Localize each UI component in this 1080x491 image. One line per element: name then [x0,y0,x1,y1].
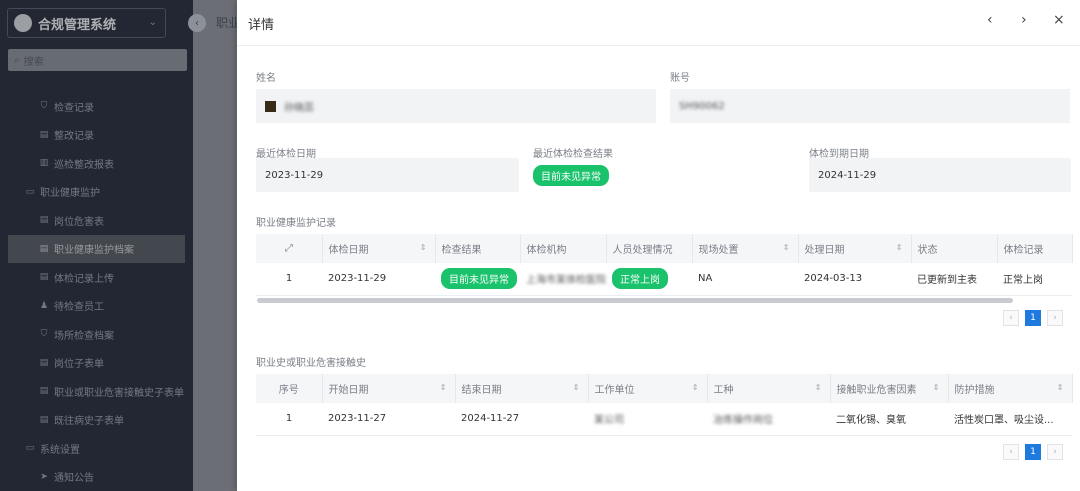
name-value: 孙晓蕊 [284,102,314,114]
col-org: 体检机构 [520,234,607,263]
collapse-sidebar-button[interactable]: ‹ [188,14,206,32]
sort-icon[interactable]: ⇕ [933,383,940,392]
sort-icon[interactable]: ⇕ [692,383,699,392]
cell-record: 正常上岗 [997,263,1072,296]
monitor-table: ⤢ 体检日期 ⇕ 检查结果 体检机构 人员处理情况 现场处置 ⇕ 处理日期 ⇕ 状态 … [256,234,1073,296]
col-seq: 序号 [256,374,323,403]
col-record: 体检记录 [997,234,1073,263]
prev-record-button[interactable]: ‹ [987,12,993,28]
history-section-title: 职业史或职业危害接触史 [256,358,366,369]
next-page-button[interactable]: › [1047,310,1063,326]
result-badge: 目前未见异常 [441,268,517,290]
cell-hazard: 二氧化锡、臭氧 [830,403,948,436]
col-hazard[interactable]: 接触职业危害因素 ⇕ [830,374,949,403]
account-label: 账号 [670,73,690,84]
sort-icon[interactable]: ⇕ [783,243,790,252]
drawer-title: 详情 [248,18,275,33]
detail-drawer: 详情 ‹ › × 姓名 孙晓蕊 账号 SH90062 最近体检日期 2023-1… [237,0,1080,491]
cell-start: 2023-11-27 [322,403,455,436]
last-exam-result-label: 最近体检检查结果 [533,149,613,160]
cell-protection: 活性炭口罩、吸尘设... [948,403,1072,436]
expand-icon[interactable]: ⤢ [256,234,323,263]
exam-due-date-value: 2024-11-29 [818,169,877,181]
row-index: 1 [256,263,322,296]
history-table: 序号 开始日期 ⇕ 结束日期 ⇕ 工作单位 ⇕ 工种 ⇕ 接触职业危害因素 ⇕ 防护措施 ⇕… [256,374,1073,436]
col-onsite[interactable]: 现场处置 ⇕ [692,234,799,263]
col-exam-date[interactable]: 体检日期 ⇕ [322,234,436,263]
col-handle-date[interactable]: 处理日期 ⇕ [798,234,912,263]
col-status: 状态 [911,234,998,263]
name-field: 孙晓蕊 [256,89,656,123]
page-number-button[interactable]: 1 [1025,310,1041,326]
horizontal-scrollbar[interactable] [257,298,1013,303]
cell-result: 目前未见异常 [435,263,520,296]
col-protection[interactable]: 防护措施 ⇕ [948,374,1073,403]
last-exam-date-value: 2023-11-29 [265,169,324,181]
sidebar: 合规管理系统 ⌄ ⌕ 搜索 ⛉ 检查记录 ▤ 整改记录 ▥ 巡检整改报表 ▭ 职业健康监护 ▤ 岗… [0,0,193,491]
col-company[interactable]: 工作单位 ⇕ [588,374,708,403]
table-row[interactable]: 1 2023-11-29 目前未见异常 上海市某体检医院 正常上岗 NA 202… [256,263,1072,296]
col-job[interactable]: 工种 ⇕ [707,374,831,403]
last-exam-result: 目前未见异常 [533,165,609,186]
sort-icon[interactable]: ⇕ [815,383,822,392]
cell-status: 已更新到主表 [911,263,997,296]
drawer-header: 详情 ‹ › × [237,0,1080,46]
prev-page-button[interactable]: ‹ [1003,444,1019,460]
handling-badge: 正常上岗 [612,268,668,290]
modal-mask[interactable] [0,0,193,491]
next-page-button[interactable]: › [1047,444,1063,460]
col-handling: 人员处理情况 [606,234,693,263]
close-button[interactable]: × [1053,12,1065,28]
sort-icon[interactable]: ⇕ [896,243,903,252]
result-badge: 目前未见异常 [533,165,609,186]
sort-icon[interactable]: ⇕ [573,383,580,392]
col-start[interactable]: 开始日期 ⇕ [322,374,456,403]
monitor-section-title: 职业健康监护记录 [256,218,336,229]
cell-org: 上海市某体检医院 [520,263,606,296]
cell-handle-date: 2024-03-13 [798,263,911,296]
monitor-pagination: ‹ 1 › [1003,310,1063,326]
avatar [265,100,276,112]
prev-page-button[interactable]: ‹ [1003,310,1019,326]
col-end[interactable]: 结束日期 ⇕ [455,374,589,403]
cell-job: 冶炼操作岗位 [707,403,830,436]
sort-icon[interactable]: ⇕ [420,243,427,252]
table-row[interactable]: 1 2023-11-27 2024-11-27 某公司 冶炼操作岗位 二氧化锡、… [256,403,1072,436]
row-index: 1 [256,403,322,436]
cell-onsite: NA [692,263,798,296]
sort-icon[interactable]: ⇕ [1057,383,1064,392]
account-value: SH90062 [679,100,725,112]
table-header-row: 序号 开始日期 ⇕ 结束日期 ⇕ 工作单位 ⇕ 工种 ⇕ 接触职业危害因素 ⇕ 防护措施 ⇕ [256,374,1073,403]
name-label: 姓名 [256,73,276,84]
col-result: 检查结果 [435,234,521,263]
next-record-button[interactable]: › [1021,12,1027,28]
page-number-button[interactable]: 1 [1025,444,1041,460]
cell-exam-date: 2023-11-29 [322,263,435,296]
account-field: SH90062 [670,89,1070,123]
table-header-row: ⤢ 体检日期 ⇕ 检查结果 体检机构 人员处理情况 现场处置 ⇕ 处理日期 ⇕ 状态 … [256,234,1073,263]
last-exam-date-field: 2023-11-29 [256,158,519,192]
sort-icon[interactable]: ⇕ [440,383,447,392]
cell-company: 某公司 [588,403,707,436]
history-pagination: ‹ 1 › [1003,444,1063,460]
exam-due-date-field: 2024-11-29 [809,158,1071,192]
cell-handling: 正常上岗 [606,263,692,296]
cell-end: 2024-11-27 [455,403,588,436]
